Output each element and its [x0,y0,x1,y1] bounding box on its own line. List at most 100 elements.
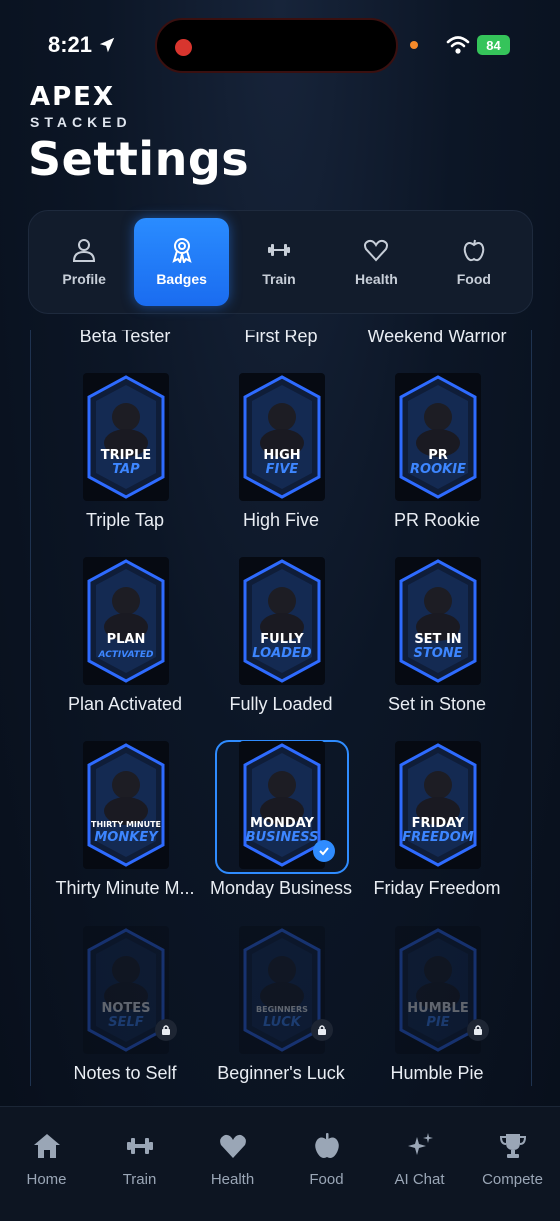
badge-art-line1: NOTES [101,1001,150,1016]
recording-icon [175,39,192,56]
battery-level: 84 [486,37,501,53]
wifi-icon [446,36,470,54]
bottom-nav: Home Train Health Food AI Chat Compete [0,1106,560,1221]
badge-art-line2: LUCK [263,1015,302,1030]
badge-art-line1: BEGINNERS [256,1005,308,1014]
badge-friday-freedom[interactable]: FRIDAY FREEDOM [395,741,481,869]
badge-label-plan-activated[interactable]: Plan Activated [41,694,209,715]
badge-art-line2: MONKEY [94,830,159,845]
badge-art-line1: FRIDAY [412,816,465,831]
badge-label-first-rep[interactable]: First Rep [197,330,365,347]
badge-art-line1: PR [428,448,448,463]
nav-label: Compete [482,1171,543,1188]
heart-icon [364,239,389,262]
nav-food[interactable]: Food [280,1131,373,1188]
badge-art: PRROOKIE [399,375,477,499]
brand-name: APEX [30,82,115,112]
nav-home[interactable]: Home [0,1131,93,1188]
badge-art: FRIDAYFREEDOM [399,743,477,867]
brand-subtitle: STACKED [30,114,132,130]
tab-label: Train [262,271,296,287]
badge-label-set-in-stone[interactable]: Set in Stone [353,694,521,715]
badge-art-line2: PIE [426,1015,449,1030]
badge-art-line1: HUMBLE [407,1001,468,1016]
time-text: 8:21 [48,32,93,57]
trophy-icon [499,1134,526,1158]
checkmark-icon [313,840,335,862]
tab-label: Health [355,271,398,287]
badge-label-beginner-s-luck[interactable]: Beginner's Luck [197,1063,365,1084]
dumbbell-icon [268,244,291,256]
tab-label: Profile [62,271,106,287]
badge-art-line1: SET IN [414,632,461,647]
badge-art: FULLYLOADED [243,559,321,683]
page-title: Settings [28,132,250,186]
person-icon [73,239,96,262]
nav-compete[interactable]: Compete [466,1131,559,1188]
badge-plan-activated[interactable]: PLAN ACTIVATED [83,557,169,685]
nav-health[interactable]: Health [186,1131,279,1188]
badge-art-line2: BUSINESS [246,830,319,845]
badge-triple-tap[interactable]: TRIPLE TAP [83,373,169,501]
apple-icon [314,1133,339,1158]
badge-label-triple-tap[interactable]: Triple Tap [41,510,209,531]
heart-icon [219,1134,246,1158]
badge-thirty-minute-m[interactable]: THIRTY MINUTE MONKEY [83,741,169,869]
dynamic-island[interactable] [155,18,398,73]
badge-label-weekend-warrior[interactable]: Weekend Warrior [353,330,521,347]
badge-label-thirty-minute-m[interactable]: Thirty Minute M... [41,878,209,899]
dumbbell-icon [126,1138,153,1154]
badge-label-monday-business[interactable]: Monday Business [197,878,365,899]
badge-label-high-five[interactable]: High Five [197,510,365,531]
tab-label: Badges [156,271,207,287]
nav-ai-chat[interactable]: AI Chat [373,1131,466,1188]
status-bar: 8:21 84 [0,0,560,92]
badge-art-line2: LOADED [252,646,312,661]
badge-art: SET INSTONE [399,559,477,683]
badge-art-line1: FULLY [260,632,304,647]
badge-label-friday-freedom[interactable]: Friday Freedom [353,878,521,899]
badge-art-line2: FIVE [266,462,299,477]
nav-label: Food [309,1171,344,1188]
badge-art-line1: MONDAY [250,816,314,831]
brand-logo: APEX STACKED [30,84,132,130]
nav-label: Health [210,1171,255,1188]
tab-profile[interactable]: Profile [37,218,131,306]
apple-icon [463,239,485,262]
badges-grid: Beta Tester First Rep Weekend Warrior TR… [30,330,532,1086]
tab-food[interactable]: Food [427,218,521,306]
badge-art: TRIPLETAP [87,375,165,499]
location-arrow-icon [99,37,115,53]
badge-art-line2: STONE [413,646,462,661]
tab-badges[interactable]: Badges [134,218,229,306]
badge-art-line1: HIGH [263,448,300,463]
badge-label-pr-rookie[interactable]: PR Rookie [353,510,521,531]
badge-art-line1: PLAN [107,632,146,647]
badge-label-notes-to-self[interactable]: Notes to Self [41,1063,209,1084]
badge-art-line2: FREEDOM [402,830,473,845]
lock-icon [311,1019,333,1041]
badge-label-fully-loaded[interactable]: Fully Loaded [197,694,365,715]
badge-pr-rookie[interactable]: PR ROOKIE [395,373,481,501]
badge-label-beta-tester[interactable]: Beta Tester [41,330,209,347]
tab-label: Food [456,271,491,287]
badge-art: THIRTY MINUTEMONKEY [87,743,165,867]
badge-fully-loaded[interactable]: FULLY LOADED [239,557,325,685]
battery-icon: 84 [477,35,510,55]
tab-train[interactable]: Train [232,218,326,306]
badge-art-line2: ACTIVATED [98,650,155,660]
lock-icon [155,1019,177,1041]
badge-label-humble-pie[interactable]: Humble Pie [353,1063,521,1084]
privacy-indicator-icon [410,41,418,49]
sparkles-icon [407,1133,433,1155]
badge-set-in-stone[interactable]: SET IN STONE [395,557,481,685]
nav-train[interactable]: Train [93,1131,186,1188]
settings-tabs: Profile Badges Train Health Food [28,210,533,314]
status-time: 8:21 [48,32,116,58]
badge-high-five[interactable]: HIGH FIVE [239,373,325,501]
nav-label: AI Chat [394,1171,445,1188]
tab-health[interactable]: Health [329,218,423,306]
nav-label: Train [122,1171,157,1188]
badge-art: HIGHFIVE [243,375,321,499]
badge-art-line2: ROOKIE [410,462,466,477]
